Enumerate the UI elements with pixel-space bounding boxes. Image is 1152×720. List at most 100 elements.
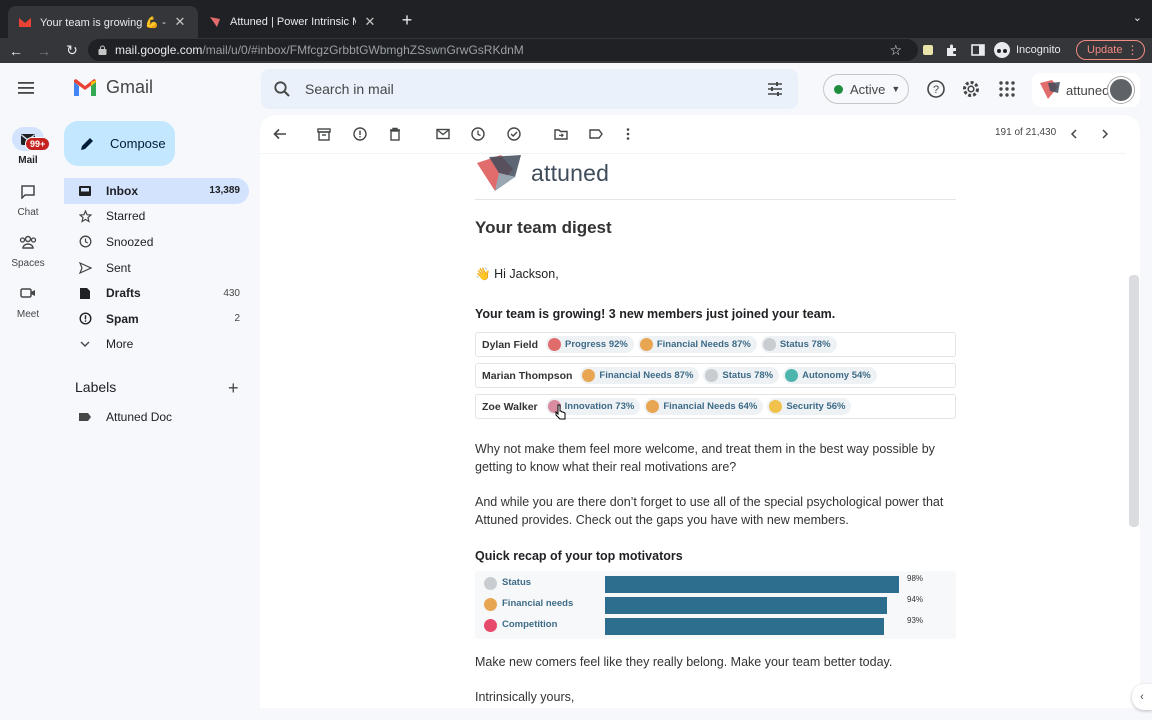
mark-unread-icon[interactable] (435, 126, 451, 142)
new-tab-button[interactable]: + (396, 10, 418, 30)
motivator-bar-row: Status 98% (475, 574, 956, 594)
nav-count: 2 (234, 313, 240, 325)
scrollbar-thumb[interactable] (1129, 275, 1139, 527)
older-chevron-right-icon[interactable] (1097, 126, 1113, 142)
financial-needs-icon (484, 598, 497, 611)
inbox-icon (78, 184, 92, 198)
rail-item-chat[interactable]: Chat (0, 179, 56, 218)
incognito-label: Incognito (1016, 44, 1061, 56)
status-icon (762, 338, 776, 351)
nav-item-inbox[interactable]: Inbox 13,389 (64, 178, 249, 204)
reading-pane: 191 of 21,430 attuned Your team digest 👋… (260, 115, 1140, 708)
nav-item-drafts[interactable]: Drafts 430 (64, 280, 249, 306)
settings-gear-icon[interactable] (961, 79, 981, 99)
nav-item-spam[interactable]: Spam 2 (64, 306, 249, 332)
delete-icon[interactable] (387, 126, 403, 142)
nav-label: Inbox (106, 183, 138, 198)
main-menu-icon[interactable] (16, 79, 38, 97)
report-spam-icon[interactable] (352, 126, 368, 142)
gmail-logo[interactable]: Gmail (72, 77, 153, 98)
add-label-icon[interactable]: + (228, 378, 239, 399)
status-dropdown[interactable]: Active ▼ (823, 74, 909, 104)
search-bar[interactable] (261, 69, 798, 109)
side-panel-toggle-icon[interactable]: ‹ (1132, 684, 1152, 710)
newer-chevron-left-icon[interactable] (1066, 126, 1082, 142)
add-task-icon[interactable] (506, 126, 522, 142)
avatar (1108, 77, 1134, 103)
tab-title: Your team is growing 💪 - amn (40, 16, 166, 29)
nav-label: Starred (106, 209, 146, 224)
motivator-bar-row: Competition 93% (475, 616, 956, 636)
url-field[interactable]: mail.google.com/mail/u/0/#inbox/FMfcgzGr… (88, 39, 918, 61)
nav-item-more[interactable]: More (64, 332, 249, 358)
motivator-chip: Status 78% (760, 336, 837, 353)
motivator-label: Status (502, 577, 532, 588)
motivator-chip: Autonomy 54% (783, 367, 877, 384)
motivator-chip: Financial Needs 87% (580, 367, 700, 384)
label-item-attuned-doc[interactable]: Attuned Doc (78, 410, 172, 424)
chip-label: Status 78% (779, 339, 831, 350)
gmail-wordmark: Gmail (106, 77, 154, 97)
bar-track (605, 597, 905, 614)
browser-tab-attuned[interactable]: Attuned | Power Intrinsic Motiv ✕ (198, 6, 388, 38)
back-icon[interactable]: ← (4, 40, 28, 62)
close-tab-icon[interactable]: ✕ (362, 14, 378, 30)
account-switcher[interactable]: attuned (1032, 73, 1140, 107)
bookmark-star-icon[interactable]: ☆ (889, 42, 902, 59)
update-button[interactable]: Update ⋮ (1076, 40, 1146, 60)
nav-item-snoozed[interactable]: Snoozed (64, 229, 249, 255)
back-arrow-icon[interactable] (272, 126, 288, 142)
label-icon[interactable] (588, 126, 604, 142)
motivator-chip: Financial Needs 87% (637, 336, 757, 353)
header-divider (475, 199, 956, 200)
chat-icon (12, 179, 44, 203)
label-name: Attuned Doc (106, 410, 173, 424)
puzzle-icon[interactable] (944, 42, 960, 58)
motivator-chip: Financial Needs 64% (644, 398, 764, 415)
email-title: Your team digest (475, 218, 612, 237)
draft-icon (78, 286, 92, 300)
attuned-logo-icon (477, 155, 521, 191)
incognito-indicator[interactable]: Incognito (994, 41, 1061, 59)
rail-item-meet[interactable]: Meet (0, 281, 56, 320)
more-vert-icon[interactable] (620, 126, 636, 142)
browser-tab-gmail[interactable]: Your team is growing 💪 - amn ✕ (8, 6, 198, 38)
rail-item-spaces[interactable]: Spaces (0, 230, 56, 269)
mouse-pointer-icon (555, 404, 566, 420)
motivator-chip: Status 78% (703, 367, 780, 384)
archive-icon[interactable] (316, 126, 332, 142)
chevron-down-icon (78, 337, 92, 351)
motivator-label: Financial needs (502, 598, 574, 609)
email-brand-name: attuned (531, 159, 610, 186)
compose-button[interactable]: Compose (64, 121, 175, 166)
send-icon (78, 261, 92, 275)
greeting-text: Hi Jackson, (494, 267, 559, 281)
body-paragraph: Why not make them feel more welcome, and… (475, 442, 935, 474)
attuned-favicon-icon (210, 17, 220, 27)
bar-fill (605, 618, 884, 635)
toolbar-divider (260, 153, 1126, 154)
move-to-icon[interactable] (553, 126, 569, 142)
bar-percent: 98% (907, 574, 924, 583)
reload-icon[interactable]: ↻ (60, 40, 84, 62)
gmail-header: Gmail Active ▼ ? attuned (0, 63, 1152, 115)
help-icon[interactable]: ? (926, 79, 946, 99)
search-options-icon[interactable] (766, 80, 784, 98)
rail-item-mail[interactable]: Mail 99+ (0, 127, 56, 166)
nav-item-sent[interactable]: Sent (64, 255, 249, 281)
forward-icon[interactable]: → (32, 40, 56, 62)
extension-icon[interactable] (920, 42, 936, 58)
chip-label: Status 78% (722, 370, 774, 381)
apps-grid-icon[interactable] (997, 79, 1017, 99)
nav-label: Drafts (106, 286, 141, 301)
tab-search-chevron-icon[interactable]: ⌄ (1133, 11, 1142, 24)
search-icon[interactable] (273, 80, 291, 98)
rail-label: Spaces (11, 258, 45, 269)
member-name: Dylan Field (482, 338, 539, 351)
nav-item-starred[interactable]: Starred (64, 204, 249, 230)
close-tab-icon[interactable]: ✕ (172, 14, 188, 30)
progress-icon (548, 338, 562, 351)
snooze-icon[interactable] (470, 126, 486, 142)
side-panel-icon[interactable] (970, 42, 986, 58)
search-input[interactable] (305, 81, 705, 97)
